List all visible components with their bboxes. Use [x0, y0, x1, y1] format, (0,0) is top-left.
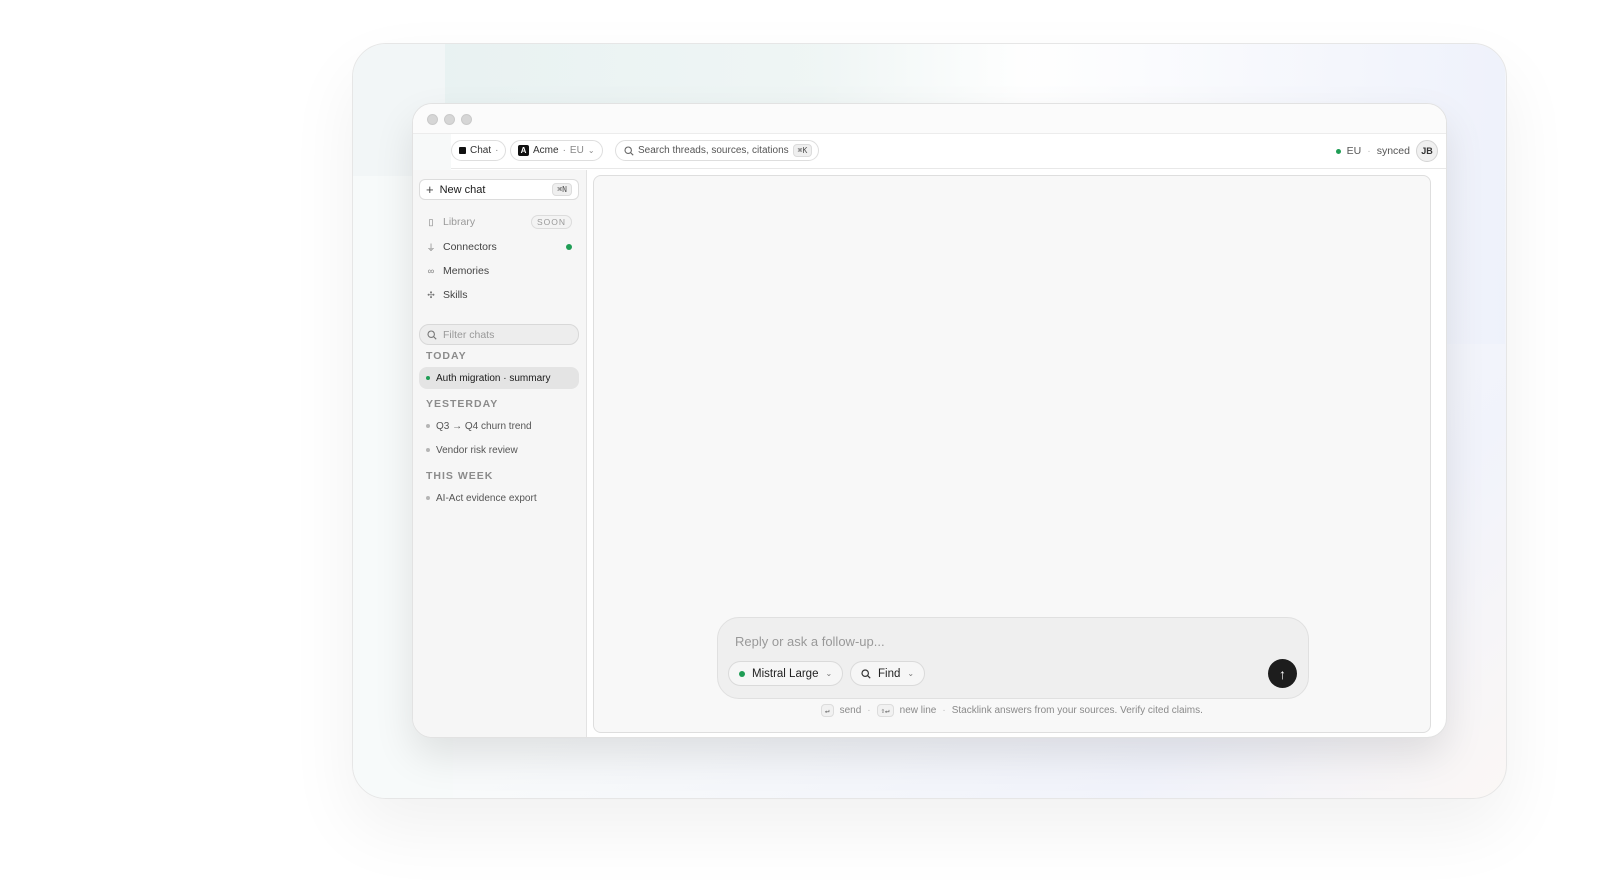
status-sep: · [1367, 145, 1371, 157]
sidebar-item-label: Memories [443, 265, 490, 277]
group-label-this-week: THIS WEEK [426, 470, 494, 482]
chevron-down-icon: ⌄ [907, 669, 915, 678]
filter-placeholder: Filter chats [443, 328, 495, 341]
mode-selector[interactable]: Find ⌄ [850, 661, 926, 686]
toolbar: Chat · A Acme · EU ⌄ Search threads, sou… [413, 134, 1446, 204]
avatar[interactable]: JB [1416, 140, 1438, 162]
chat-title: Auth migration · summary [436, 372, 551, 384]
status-region: EU [1346, 145, 1362, 157]
chat-title: Q3 → Q4 churn trend [436, 420, 532, 432]
active-dot [426, 376, 430, 380]
shift-enter-key-hint: ⇧↵ [876, 704, 894, 717]
chat-tab-label: Chat [470, 145, 492, 156]
workspace-sep: · [562, 145, 566, 156]
sidebar-item-memories[interactable]: ∞ Memories [419, 261, 579, 281]
status-dot [1335, 148, 1341, 154]
group-label-yesterday: YESTERDAY [426, 398, 499, 410]
chat-list-item[interactable]: Q3 → Q4 churn trend [419, 415, 579, 437]
search-icon [624, 145, 634, 156]
new-chat-shortcut: ⌘N [552, 183, 572, 196]
close-window-button[interactable] [427, 114, 438, 125]
plus-icon: + [426, 182, 434, 197]
send-hint: send [839, 705, 862, 716]
new-chat-button[interactable]: + New chat ⌘N [419, 179, 579, 200]
sidebar-item-label: Library [443, 216, 476, 228]
chat-icon [459, 147, 466, 154]
workspace-region: EU [569, 145, 584, 156]
sidebar-item-connectors[interactable]: ⏚ Connectors [419, 237, 579, 257]
chat-list-item[interactable]: Auth migration · summary [419, 367, 579, 389]
enter-key-hint: ↵ [821, 704, 834, 717]
chat-dot [426, 424, 430, 428]
conversation-panel: Reply or ask a follow-up... Mistral Larg… [593, 175, 1431, 733]
chat-title: AI-Act evidence export [436, 492, 537, 504]
mode-name: Find [878, 667, 901, 680]
minimize-window-button[interactable] [444, 114, 455, 125]
memory-icon: ∞ [427, 266, 435, 276]
app-window: Chat · A Acme · EU ⌄ Search threads, sou… [412, 103, 1447, 738]
search-icon [427, 329, 437, 340]
sidebar-item-label: Skills [443, 289, 468, 301]
reply-input[interactable]: Reply or ask a follow-up... [735, 634, 885, 649]
chat-title: Vendor risk review [436, 444, 518, 456]
chat-list-item[interactable]: Vendor risk review [419, 439, 579, 461]
book-icon: ▯ [428, 216, 434, 227]
chat-tab-dot: · [495, 145, 499, 156]
chevron-down-icon: ⌄ [587, 146, 595, 155]
group-label-today: TODAY [426, 350, 467, 362]
search-icon [861, 668, 871, 679]
connected-status-dot [566, 244, 572, 250]
sync-status: synced [1376, 145, 1410, 157]
workspace-switcher[interactable]: A Acme · EU ⌄ [510, 140, 603, 161]
model-name: Mistral Large [752, 667, 819, 680]
sparkle-icon: ✣ [427, 289, 435, 300]
chat-dot [426, 496, 430, 500]
global-search[interactable]: Search threads, sources, citations ⌘K [615, 140, 820, 161]
composer-hint: ↵ send · ⇧↵ new line · Stacklink answers… [594, 704, 1430, 717]
filter-chats-input[interactable]: Filter chats [419, 324, 579, 345]
model-selector[interactable]: Mistral Large ⌄ [728, 661, 844, 686]
workspace-name: Acme [533, 145, 559, 156]
chevron-down-icon: ⌄ [825, 669, 833, 678]
chat-dot [426, 448, 430, 452]
newline-hint: new line [899, 705, 937, 716]
search-shortcut: ⌘K [792, 144, 813, 157]
model-status-dot [739, 670, 745, 677]
search-placeholder: Search threads, sources, citations [638, 145, 789, 156]
new-chat-label: New chat [439, 183, 486, 196]
composer[interactable]: Reply or ask a follow-up... Mistral Larg… [717, 617, 1309, 699]
arrow-up-icon: ↑ [1279, 665, 1286, 682]
maximize-window-button[interactable] [461, 114, 472, 125]
sidebar-item-skills[interactable]: ✣ Skills [419, 285, 579, 305]
sidebar-item-library[interactable]: ▯ Library SOON [419, 212, 579, 232]
hint-sep: · [942, 705, 946, 716]
title-bar [413, 104, 1446, 134]
plug-icon: ⏚ [426, 242, 436, 253]
disclaimer-hint: Stacklink answers from your sources. Ver… [951, 705, 1203, 716]
sidebar-item-label: Connectors [443, 241, 497, 253]
hint-sep: · [867, 705, 871, 716]
chat-tab[interactable]: Chat · [451, 140, 507, 161]
send-button[interactable]: ↑ [1268, 659, 1297, 688]
chat-list-item[interactable]: AI-Act evidence export [419, 487, 579, 509]
workspace-logo-icon: A [518, 145, 529, 156]
soon-badge: SOON [530, 215, 572, 229]
sidebar: + New chat ⌘N ▯ Library SOON ⏚ Connector… [413, 170, 587, 737]
status-area: EU · synced JB [1335, 140, 1438, 162]
